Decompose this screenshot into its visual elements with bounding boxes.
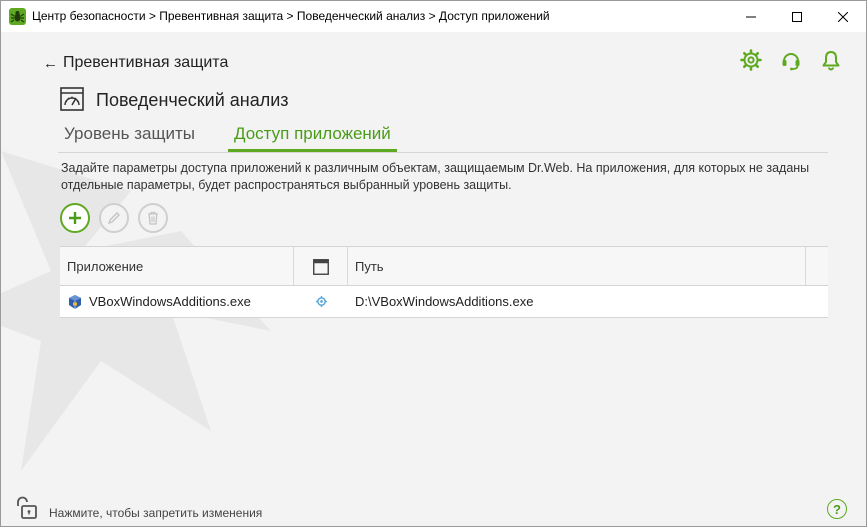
dr-web-spider-icon	[9, 8, 26, 25]
column-header-path[interactable]: Путь	[348, 247, 806, 286]
arrow-left-icon: ←	[43, 54, 58, 72]
window-icon	[312, 258, 329, 275]
bell-icon[interactable]	[820, 49, 842, 71]
close-icon	[838, 11, 848, 22]
tab-protection-level[interactable]: Уровень защиты	[58, 123, 201, 153]
column-header-extra	[806, 247, 828, 286]
minimize-icon	[746, 16, 756, 17]
add-button[interactable]	[60, 203, 90, 233]
tab-application-access[interactable]: Доступ приложений	[228, 123, 397, 153]
maximize-button[interactable]	[774, 1, 820, 32]
description-text: Задайте параметры доступа приложений к р…	[61, 161, 810, 192]
applications-table: Приложение Путь VBoxWindowsAdditions.exe	[60, 246, 828, 318]
cell-path: D:\VBoxWindowsAdditions.exe	[355, 294, 534, 309]
trash-icon	[148, 211, 158, 225]
tabs-divider	[58, 152, 828, 153]
back-link[interactable]: ← Превентивная защита	[43, 54, 228, 72]
minimize-button[interactable]	[728, 1, 774, 32]
maximize-icon	[792, 11, 802, 22]
cell-application: VBoxWindowsAdditions.exe	[67, 286, 251, 317]
window-title: Центр безопасности > Превентивная защита…	[32, 9, 550, 23]
gear-small-icon	[315, 296, 327, 307]
application-name: VBoxWindowsAdditions.exe	[89, 294, 251, 309]
unlock-icon[interactable]	[14, 496, 40, 520]
page-title: Поведенческий анализ	[96, 90, 289, 110]
table-header: Приложение Путь	[60, 246, 828, 286]
headset-icon[interactable]	[780, 49, 802, 71]
table-row[interactable]: VBoxWindowsAdditions.exe D:\VBoxWindowsA…	[60, 286, 828, 318]
delete-button[interactable]	[138, 203, 168, 233]
column-header-window[interactable]	[294, 247, 348, 286]
app-window: Центр безопасности > Превентивная защита…	[0, 0, 867, 527]
pencil-icon	[107, 212, 120, 225]
virtualbox-icon	[69, 294, 81, 309]
back-link-label: Превентивная защита	[63, 54, 229, 71]
behavior-analysis-icon	[60, 87, 84, 111]
gear-icon[interactable]	[740, 49, 762, 71]
close-button[interactable]	[820, 1, 866, 32]
lock-changes-link[interactable]: Нажмите, чтобы запретить изменения	[49, 506, 262, 520]
help-button[interactable]: ?	[827, 499, 847, 519]
title-bar: Центр безопасности > Превентивная защита…	[1, 1, 866, 32]
edit-button[interactable]	[99, 203, 129, 233]
column-header-application[interactable]: Приложение	[60, 247, 294, 286]
cell-window-settings[interactable]	[294, 286, 348, 317]
plus-icon	[69, 212, 81, 224]
